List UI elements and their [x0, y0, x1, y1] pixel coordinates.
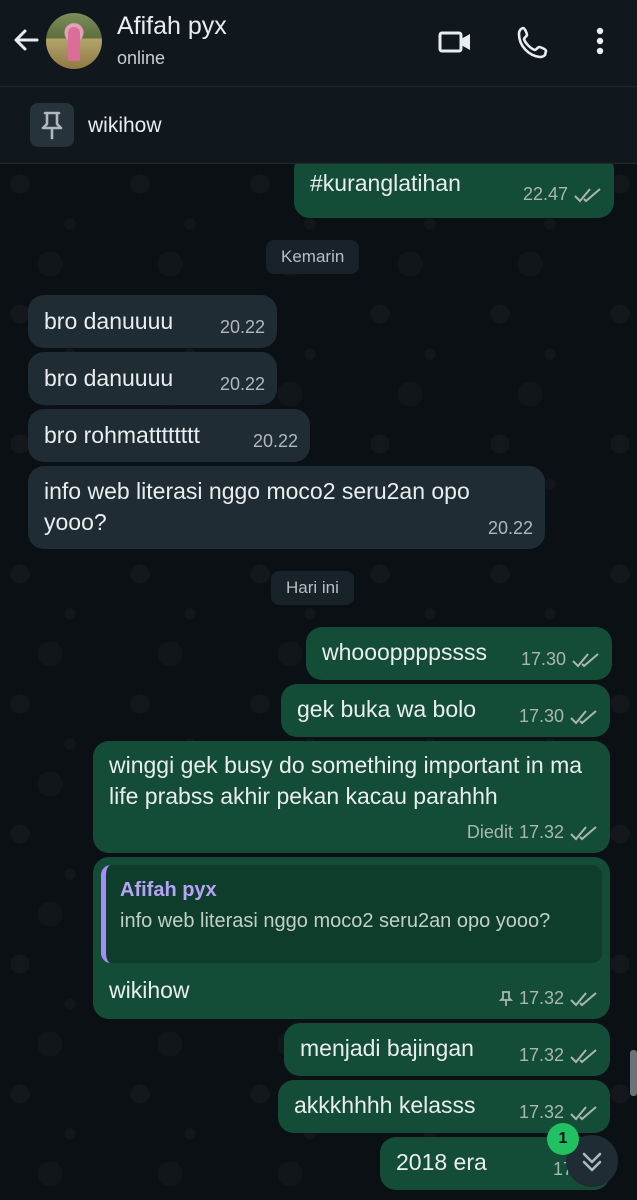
- message-text: bro danuuuu: [44, 365, 174, 391]
- message-text: #kuranglatihan: [310, 170, 461, 196]
- pin-icon: [498, 990, 513, 1006]
- chat-header: Afifah pyx online: [0, 0, 637, 87]
- double-check-icon: [570, 825, 597, 840]
- message-text: gek buka wa bolo: [297, 696, 477, 722]
- message-bubble[interactable]: winggi gek busy do something important i…: [93, 741, 610, 853]
- unread-count-badge: 1: [547, 1123, 579, 1155]
- message-text: akkkhhhh kelasss: [294, 1092, 476, 1118]
- message-bubble[interactable]: #kuranglatihan 22.47: [294, 164, 614, 218]
- double-check-icon: [570, 709, 597, 724]
- message-time: 22.47: [522, 184, 568, 204]
- message-text: winggi gek busy do something important i…: [109, 752, 583, 809]
- message-time: 20.22: [219, 374, 265, 394]
- message-time: 17.32: [518, 1045, 564, 1065]
- pin-icon: [30, 103, 74, 147]
- quoted-message[interactable]: Afifah pyx info web literasi nggo moco2 …: [101, 865, 602, 963]
- edited-label: Diedit: [466, 822, 513, 842]
- avatar[interactable]: [46, 13, 102, 69]
- pinned-message-text: wikihow: [88, 114, 162, 137]
- message-time: 17.30: [520, 649, 566, 669]
- double-check-icon: [574, 187, 601, 202]
- quoted-sender: Afifah pyx: [120, 879, 217, 901]
- contact-status: online: [117, 48, 166, 68]
- double-check-icon: [570, 991, 597, 1006]
- message-bubble[interactable]: whoooppppssss 17.30: [306, 627, 612, 680]
- phone-icon[interactable]: [515, 24, 551, 60]
- double-check-icon: [570, 1048, 597, 1063]
- date-separator: Kemarin: [266, 240, 360, 274]
- double-check-icon: [570, 1105, 597, 1120]
- scrollbar-thumb[interactable]: [630, 1050, 637, 1096]
- message-text: 2018 era: [396, 1149, 487, 1175]
- back-arrow-icon[interactable]: [10, 24, 42, 56]
- chat-area[interactable]: #kuranglatihan 22.47 Kemarin bro danuuuu…: [0, 164, 637, 1200]
- message-text: bro rohmatttttttt: [44, 422, 200, 448]
- message-time: 17.32: [518, 988, 564, 1008]
- message-text: whoooppppssss: [322, 639, 487, 665]
- message-text: menjadi bajingan: [300, 1035, 474, 1061]
- double-check-icon: [572, 652, 599, 667]
- message-time: 20.22: [252, 431, 298, 451]
- more-icon[interactable]: [582, 24, 618, 60]
- message-bubble[interactable]: menjadi bajingan 17.32: [284, 1023, 610, 1076]
- pinned-message-bar[interactable]: wikihow: [0, 87, 637, 164]
- message-bubble[interactable]: bro rohmatttttttt 20.22: [28, 409, 310, 462]
- message-text: bro danuuuu: [44, 308, 174, 334]
- message-text: wikihow: [109, 977, 190, 1003]
- quoted-text: info web literasi nggo moco2 seru2an opo…: [120, 910, 551, 932]
- date-separator: Hari ini: [271, 571, 354, 605]
- video-call-icon[interactable]: [437, 24, 473, 60]
- message-time: 20.22: [487, 518, 533, 538]
- message-time: 17.30: [518, 706, 564, 726]
- message-bubble[interactable]: bro danuuuu 20.22: [28, 352, 277, 405]
- message-bubble[interactable]: info web literasi nggo moco2 seru2an opo…: [28, 466, 545, 549]
- message-bubble[interactable]: Afifah pyx info web literasi nggo moco2 …: [93, 857, 610, 1019]
- message-bubble[interactable]: bro danuuuu 20.22: [28, 295, 277, 348]
- message-time: 17.32: [518, 822, 564, 842]
- contact-name[interactable]: Afifah pyx: [117, 12, 227, 41]
- message-time: 20.22: [219, 317, 265, 337]
- message-text: info web literasi nggo moco2 seru2an opo…: [44, 478, 470, 535]
- message-bubble[interactable]: gek buka wa bolo 17.30: [281, 684, 610, 737]
